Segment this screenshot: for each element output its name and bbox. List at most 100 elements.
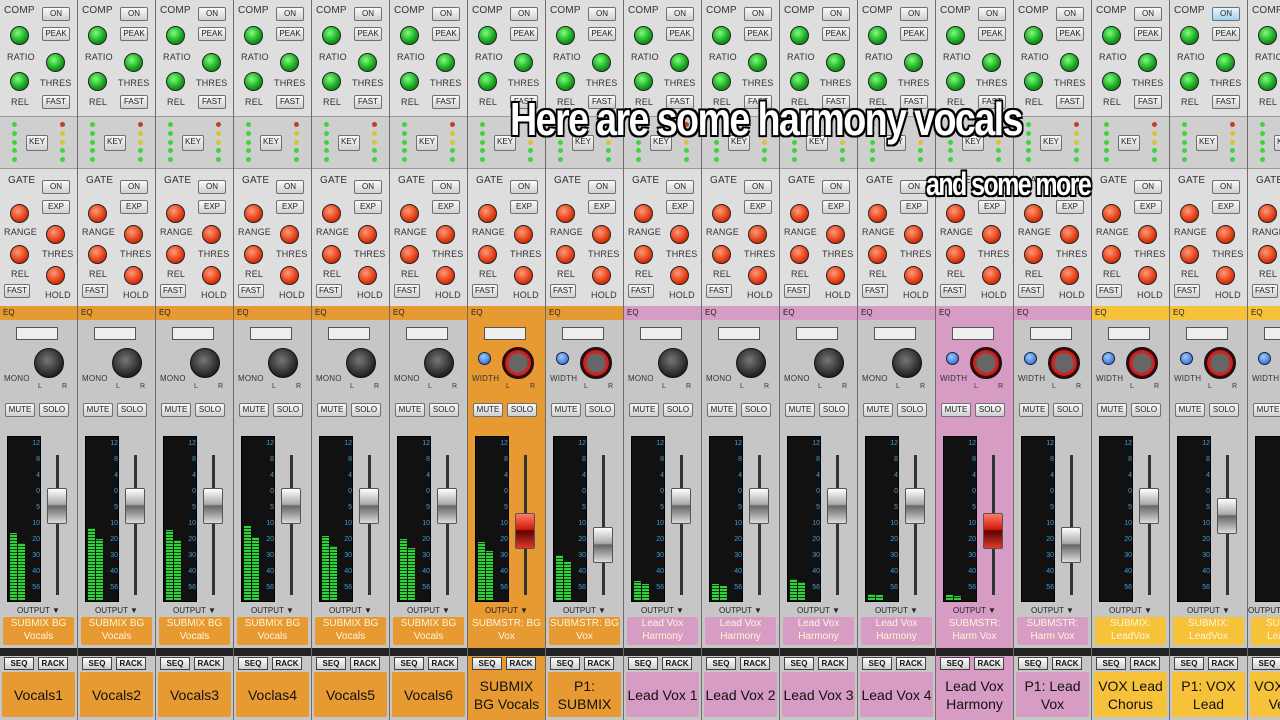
gate-on-button[interactable]: ON (510, 180, 538, 194)
pan-knob[interactable] (814, 348, 844, 378)
comp-on-button[interactable]: ON (510, 7, 538, 21)
mute-button[interactable]: MUTE (1175, 403, 1205, 417)
comp-peak-button[interactable]: PEAK (588, 27, 616, 41)
output-destination[interactable]: SUBMIX BG Vocals (159, 617, 230, 645)
threshold-knob[interactable] (436, 53, 455, 72)
pan-knob[interactable] (346, 348, 376, 378)
seq-button[interactable]: SEQ (1174, 657, 1204, 670)
eq-bar[interactable]: EQ (1170, 306, 1247, 320)
rack-button[interactable]: RACK (194, 657, 224, 670)
gate-release-knob[interactable] (634, 245, 653, 264)
gate-exp-button[interactable]: EXP (1134, 200, 1162, 214)
channel-name[interactable]: P1: SUBMIX (548, 672, 621, 717)
comp-on-button[interactable]: ON (198, 7, 226, 21)
comp-fast-button[interactable]: FAST (432, 95, 460, 109)
eq-bar[interactable]: EQ (0, 306, 77, 320)
output-destination[interactable]: Lead Vox Harmony (861, 617, 932, 645)
seq-button[interactable]: SEQ (1018, 657, 1048, 670)
gate-exp-button[interactable]: EXP (588, 200, 616, 214)
output-destination[interactable]: SUBMIX: LeadVox (1173, 617, 1244, 645)
output-label[interactable]: OUTPUT ▼ (234, 606, 311, 615)
release-knob[interactable] (322, 72, 341, 91)
hold-knob[interactable] (280, 266, 299, 285)
gate-release-knob[interactable] (478, 245, 497, 264)
solo-button[interactable]: SOLO (39, 403, 69, 417)
eq-curve-icon[interactable] (562, 327, 604, 340)
output-label[interactable]: OUTPUT ▼ (468, 606, 545, 615)
mute-button[interactable]: MUTE (5, 403, 35, 417)
stereo-pan-knob[interactable] (1204, 347, 1236, 379)
ratio-knob[interactable] (88, 26, 107, 45)
comp-fast-button[interactable]: FAST (1056, 95, 1084, 109)
solo-button[interactable]: SOLO (117, 403, 147, 417)
hold-knob[interactable] (124, 266, 143, 285)
eq-curve-icon[interactable] (484, 327, 526, 340)
channel-name[interactable]: Lead Vox 3 (782, 672, 855, 717)
seq-button[interactable]: SEQ (4, 657, 34, 670)
hold-knob[interactable] (46, 266, 65, 285)
mute-button[interactable]: MUTE (473, 403, 503, 417)
volume-fader[interactable] (359, 488, 379, 524)
output-label[interactable]: OUTPUT ▼ (0, 606, 77, 615)
solo-button[interactable]: SOLO (897, 403, 927, 417)
ratio-knob[interactable] (712, 26, 731, 45)
mute-button[interactable]: MUTE (629, 403, 659, 417)
volume-fader[interactable] (983, 513, 1003, 549)
rack-button[interactable]: RACK (1208, 657, 1238, 670)
gate-range-knob[interactable] (400, 204, 419, 223)
ratio-knob[interactable] (1258, 26, 1277, 45)
ratio-knob[interactable] (556, 26, 575, 45)
eq-curve-icon[interactable] (952, 327, 994, 340)
gate-exp-button[interactable]: EXP (354, 200, 382, 214)
threshold-knob[interactable] (1138, 53, 1157, 72)
threshold-knob[interactable] (514, 53, 533, 72)
comp-peak-button[interactable]: PEAK (666, 27, 694, 41)
gate-release-knob[interactable] (790, 245, 809, 264)
seq-button[interactable]: SEQ (940, 657, 970, 670)
gate-threshold-knob[interactable] (124, 225, 143, 244)
comp-peak-button[interactable]: PEAK (354, 27, 382, 41)
gate-exp-button[interactable]: EXP (120, 200, 148, 214)
key-button[interactable]: KEY (1274, 135, 1280, 151)
width-knob[interactable] (1024, 352, 1037, 365)
gate-fast-button[interactable]: FAST (706, 284, 732, 298)
gate-exp-button[interactable]: EXP (276, 200, 304, 214)
ratio-knob[interactable] (244, 26, 263, 45)
gate-fast-button[interactable]: FAST (1018, 284, 1044, 298)
gate-fast-button[interactable]: FAST (82, 284, 108, 298)
output-destination[interactable]: SUBMSTR: Harm Vox (939, 617, 1010, 645)
seq-button[interactable]: SEQ (784, 657, 814, 670)
hold-knob[interactable] (358, 266, 377, 285)
pan-knob[interactable] (268, 348, 298, 378)
output-destination[interactable]: Lead Vox Harmony (783, 617, 854, 645)
output-destination[interactable]: SUBMIX: LeadVox (1251, 617, 1280, 645)
rack-button[interactable]: RACK (38, 657, 68, 670)
seq-button[interactable]: SEQ (628, 657, 658, 670)
gate-fast-button[interactable]: FAST (472, 284, 498, 298)
output-label[interactable]: OUTPUT ▼ (1092, 606, 1169, 615)
solo-button[interactable]: SOLO (1053, 403, 1083, 417)
mute-button[interactable]: MUTE (239, 403, 269, 417)
gate-threshold-knob[interactable] (358, 225, 377, 244)
gate-range-knob[interactable] (1102, 204, 1121, 223)
pan-knob[interactable] (736, 348, 766, 378)
gate-release-knob[interactable] (400, 245, 419, 264)
comp-on-button[interactable]: ON (978, 7, 1006, 21)
solo-button[interactable]: SOLO (1209, 403, 1239, 417)
hold-knob[interactable] (514, 266, 533, 285)
width-knob[interactable] (1102, 352, 1115, 365)
gate-threshold-knob[interactable] (46, 225, 65, 244)
gate-range-knob[interactable] (88, 204, 107, 223)
mute-button[interactable]: MUTE (863, 403, 893, 417)
gate-range-knob[interactable] (478, 204, 497, 223)
rack-button[interactable]: RACK (116, 657, 146, 670)
stereo-pan-knob[interactable] (1048, 347, 1080, 379)
eq-curve-icon[interactable] (874, 327, 916, 340)
gate-release-knob[interactable] (1180, 245, 1199, 264)
comp-on-button[interactable]: ON (276, 7, 304, 21)
hold-knob[interactable] (1138, 266, 1157, 285)
threshold-knob[interactable] (358, 53, 377, 72)
channel-name[interactable]: VOX Lead Verse (1250, 672, 1280, 717)
gate-range-knob[interactable] (790, 204, 809, 223)
key-button[interactable]: KEY (26, 135, 48, 151)
